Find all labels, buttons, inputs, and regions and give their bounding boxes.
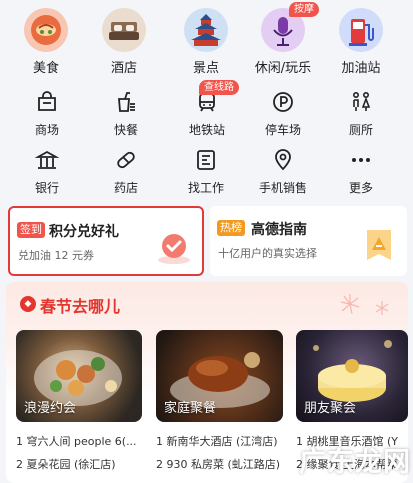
top-category-row: 美食 酒店 景点 休闲/玩乐 按摩 加油站 [0, 0, 413, 80]
parking-icon [273, 92, 293, 112]
site-watermark: 广东龙网 [299, 447, 411, 478]
category-label: 加油站 [341, 61, 381, 76]
grid-item-label: 找工作 [187, 181, 224, 195]
category-gas-station[interactable]: 加油站 [321, 0, 401, 76]
festival-seal-icon: ◆ [20, 296, 36, 312]
category-food[interactable]: 美食 [6, 0, 86, 76]
grid-item-parking[interactable]: 停车场 [243, 90, 323, 138]
pill-icon [117, 151, 135, 169]
card-caption: 家庭聚餐 [164, 401, 217, 416]
promo-title: 高德指南 [251, 222, 307, 238]
firework-decoration-icon [340, 294, 389, 315]
grid-item-label: 厕所 [348, 123, 373, 137]
category-label: 休闲/玩乐 [254, 61, 312, 76]
temple-icon [184, 8, 228, 52]
grid-item-subway[interactable]: 地铁站 [167, 90, 247, 138]
category-label: 美食 [32, 61, 59, 76]
location-pin-icon [275, 149, 291, 171]
checkin-tag: 签到 [17, 222, 45, 238]
family-dinner-card[interactable]: 家庭聚餐 [156, 330, 283, 422]
grid-item-pharmacy[interactable]: 药店 [86, 148, 166, 196]
massage-badge: 按摩 [289, 2, 319, 17]
grid-item-label: 手机销售 [258, 181, 307, 195]
friends-party-card[interactable]: 朋友聚会 [296, 330, 408, 422]
category-scenic[interactable]: 景点 [166, 0, 246, 76]
food-icon [24, 8, 68, 52]
section-title: 春节去哪儿 [40, 297, 121, 316]
grid-item-phone-sales[interactable]: 手机销售 [243, 148, 323, 196]
guide-bookmark-icon [367, 230, 391, 260]
fuel-pump-icon [339, 8, 383, 52]
more-icon [352, 158, 370, 162]
line-search-badge: 查线路 [199, 80, 239, 95]
grid-item-bank[interactable]: 银行 [7, 148, 87, 196]
promo-card-points[interactable]: 签到 积分兑好礼 兑加油 12 元券 [8, 206, 204, 276]
promo-title: 积分兑好礼 [49, 224, 119, 240]
grid-item-label: 停车场 [264, 123, 301, 137]
hot-list-tag: 热榜 [217, 220, 245, 236]
grid-item-restroom[interactable]: 厕所 [321, 90, 401, 138]
grid-item-more[interactable]: 更多 [321, 148, 401, 196]
hotel-icon [102, 8, 146, 52]
job-icon [197, 150, 215, 170]
grid-item-label: 更多 [348, 181, 373, 195]
recommendation-item[interactable]: 1 穹六人间 people 6(... [16, 433, 150, 449]
grid-item-label: 银行 [34, 181, 59, 195]
grid-item-mall[interactable]: 商场 [7, 90, 87, 138]
card-caption: 朋友聚会 [304, 401, 357, 416]
romantic-date-card[interactable]: 浪漫约会 [16, 330, 142, 422]
check-badge-icon [158, 234, 190, 264]
category-label: 酒店 [110, 61, 137, 76]
recommendation-item[interactable]: 2 930 私房菜 (虬江路店) [156, 456, 290, 472]
promo-subtitle: 十亿用户的真实选择 [218, 247, 317, 260]
fast-food-icon [118, 92, 135, 112]
restroom-icon [353, 91, 371, 111]
grid-item-label: 商场 [34, 123, 59, 137]
grid-item-fast-food[interactable]: 快餐 [86, 90, 166, 138]
grid-item-job[interactable]: 找工作 [166, 148, 246, 196]
grid-item-label: 地铁站 [188, 123, 225, 137]
grid-item-label: 快餐 [113, 123, 138, 137]
promo-card-guide[interactable]: 热榜 高德指南 十亿用户的真实选择 [210, 206, 407, 276]
category-label: 景点 [192, 61, 219, 76]
bank-icon [35, 150, 59, 169]
recommendation-item[interactable]: 2 夏朵花园 (徐汇店) [16, 456, 150, 472]
card-caption: 浪漫约会 [24, 401, 77, 416]
category-hotel[interactable]: 酒店 [84, 0, 164, 76]
promo-subtitle: 兑加油 12 元券 [18, 249, 94, 262]
recommendation-item[interactable]: 1 新南华大酒店 (江湾店) [156, 433, 290, 449]
grid-item-label: 药店 [113, 181, 138, 195]
shopping-bag-icon [38, 91, 56, 111]
